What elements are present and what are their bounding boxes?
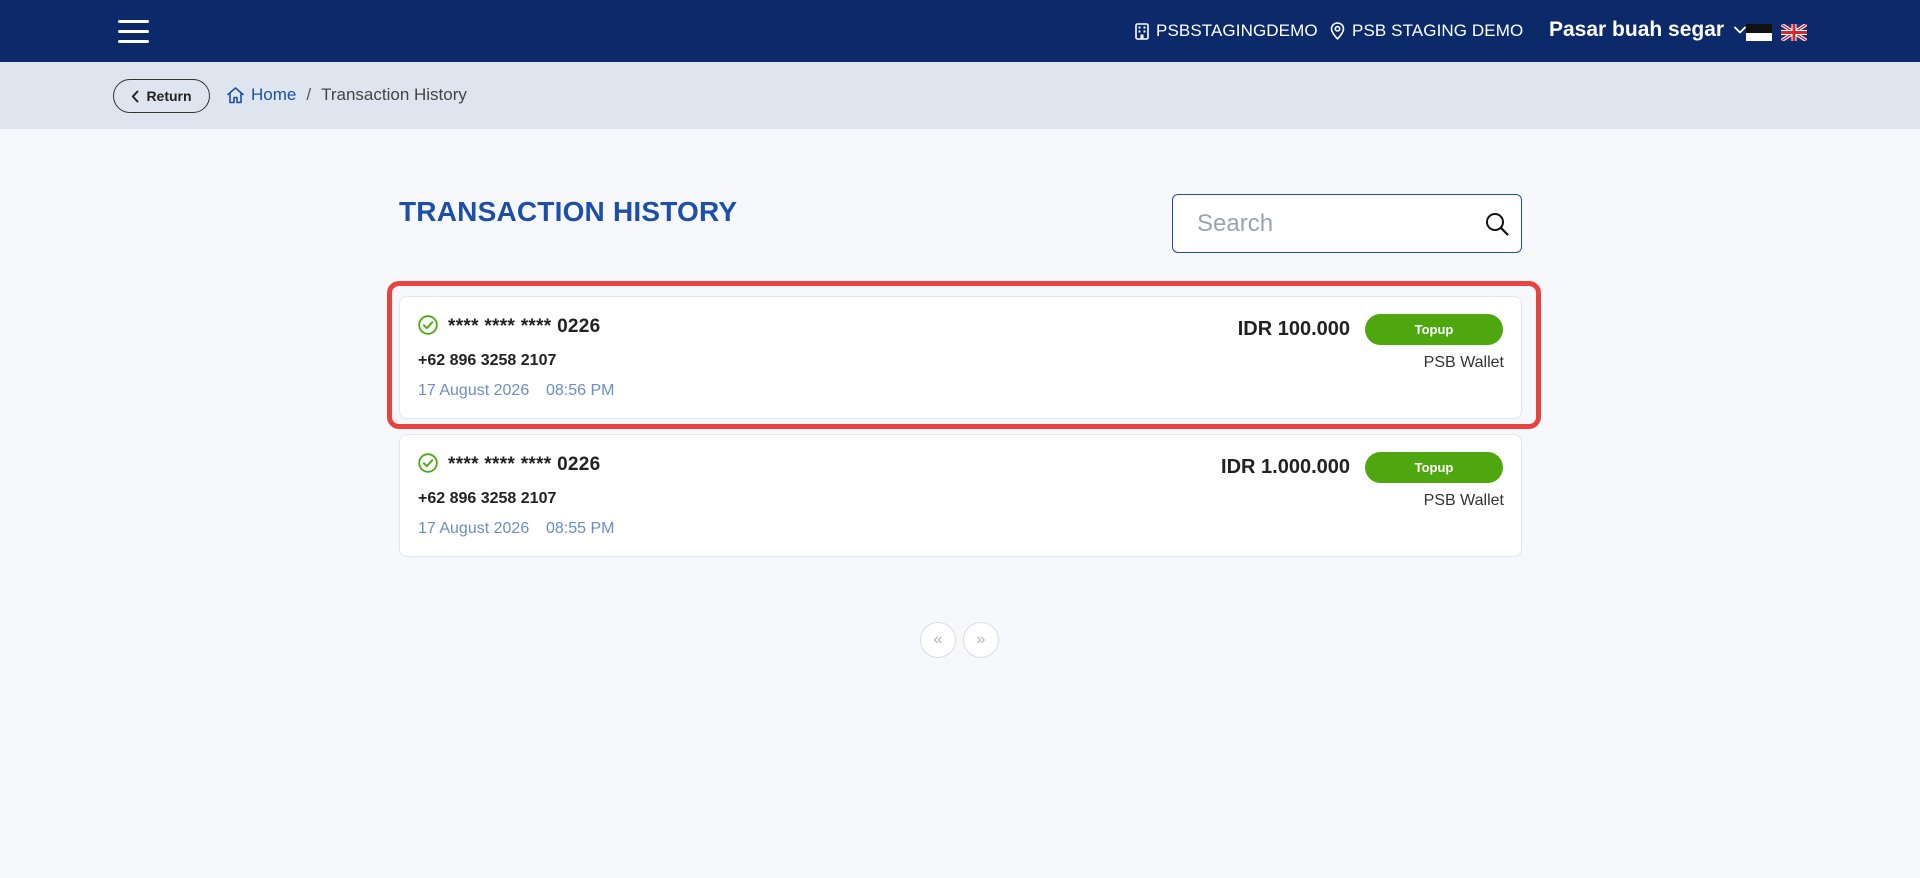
pagination-next-button[interactable]: » xyxy=(963,622,999,658)
transaction-time: 08:56 PM xyxy=(546,382,615,399)
location-info: PSB STAGING DEMO xyxy=(1330,21,1523,41)
merchant-info: PSBSTAGINGDEMO xyxy=(1135,21,1318,41)
wallet-name: PSB Wallet xyxy=(1423,354,1504,371)
home-icon xyxy=(227,87,244,104)
breadcrumb: Home / Transaction History xyxy=(226,85,467,105)
phone-number: +62 896 3258 2107 xyxy=(418,490,557,507)
phone-number: +62 896 3258 2107 xyxy=(418,352,557,369)
chevron-left-icon xyxy=(132,90,139,102)
pagination-prev-button[interactable]: « xyxy=(920,622,956,658)
user-dropdown[interactable]: Pasar buah segar xyxy=(1549,18,1746,42)
transaction-type-badge: Topup xyxy=(1365,314,1503,345)
page-title: TRANSACTION HISTORY xyxy=(399,196,738,227)
transaction-card[interactable]: **** **** **** 0226 +62 896 3258 2107 17… xyxy=(399,296,1522,419)
transaction-card[interactable]: **** **** **** 0226 +62 896 3258 2107 17… xyxy=(399,434,1522,557)
breadcrumb-home-label: Home xyxy=(251,85,297,104)
search-box xyxy=(1172,194,1522,253)
wallet-name: PSB Wallet xyxy=(1423,492,1504,509)
top-navbar: PSBSTAGINGDEMO PSB STAGING DEMO Pasar bu… xyxy=(0,0,1920,62)
breadcrumb-bar: Return Home / Transaction History xyxy=(0,62,1920,129)
transaction-date: 17 August 2026 xyxy=(418,520,530,537)
transaction-date: 17 August 2026 xyxy=(418,382,530,399)
building-icon xyxy=(1135,22,1149,40)
location-name: PSB STAGING DEMO xyxy=(1352,21,1524,40)
user-name: Pasar buah segar xyxy=(1549,18,1725,41)
return-label: Return xyxy=(146,88,192,104)
merchant-name: PSBSTAGINGDEMO xyxy=(1156,21,1318,40)
transaction-amount: IDR 100.000 xyxy=(1237,318,1350,340)
transaction-type-badge: Topup xyxy=(1365,452,1503,483)
hamburger-menu-icon[interactable] xyxy=(118,20,149,43)
check-circle-icon xyxy=(418,315,438,335)
indonesia-flag-icon[interactable] xyxy=(1746,24,1772,41)
return-button[interactable]: Return xyxy=(113,79,210,113)
breadcrumb-home-link[interactable]: Home xyxy=(226,85,296,105)
uk-flag-icon[interactable] xyxy=(1781,24,1807,41)
transaction-time: 08:55 PM xyxy=(546,520,615,537)
card-number: **** **** **** 0226 xyxy=(448,454,601,475)
card-number: **** **** **** 0226 xyxy=(448,316,601,337)
breadcrumb-separator: / xyxy=(306,85,312,104)
search-input[interactable] xyxy=(1197,207,1467,241)
map-pin-icon xyxy=(1330,22,1345,40)
breadcrumb-current: Transaction History xyxy=(321,85,467,104)
check-circle-icon xyxy=(418,453,438,473)
transaction-amount: IDR 1.000.000 xyxy=(1221,456,1350,478)
search-icon[interactable] xyxy=(1485,212,1509,236)
chevron-down-icon xyxy=(1734,26,1746,34)
